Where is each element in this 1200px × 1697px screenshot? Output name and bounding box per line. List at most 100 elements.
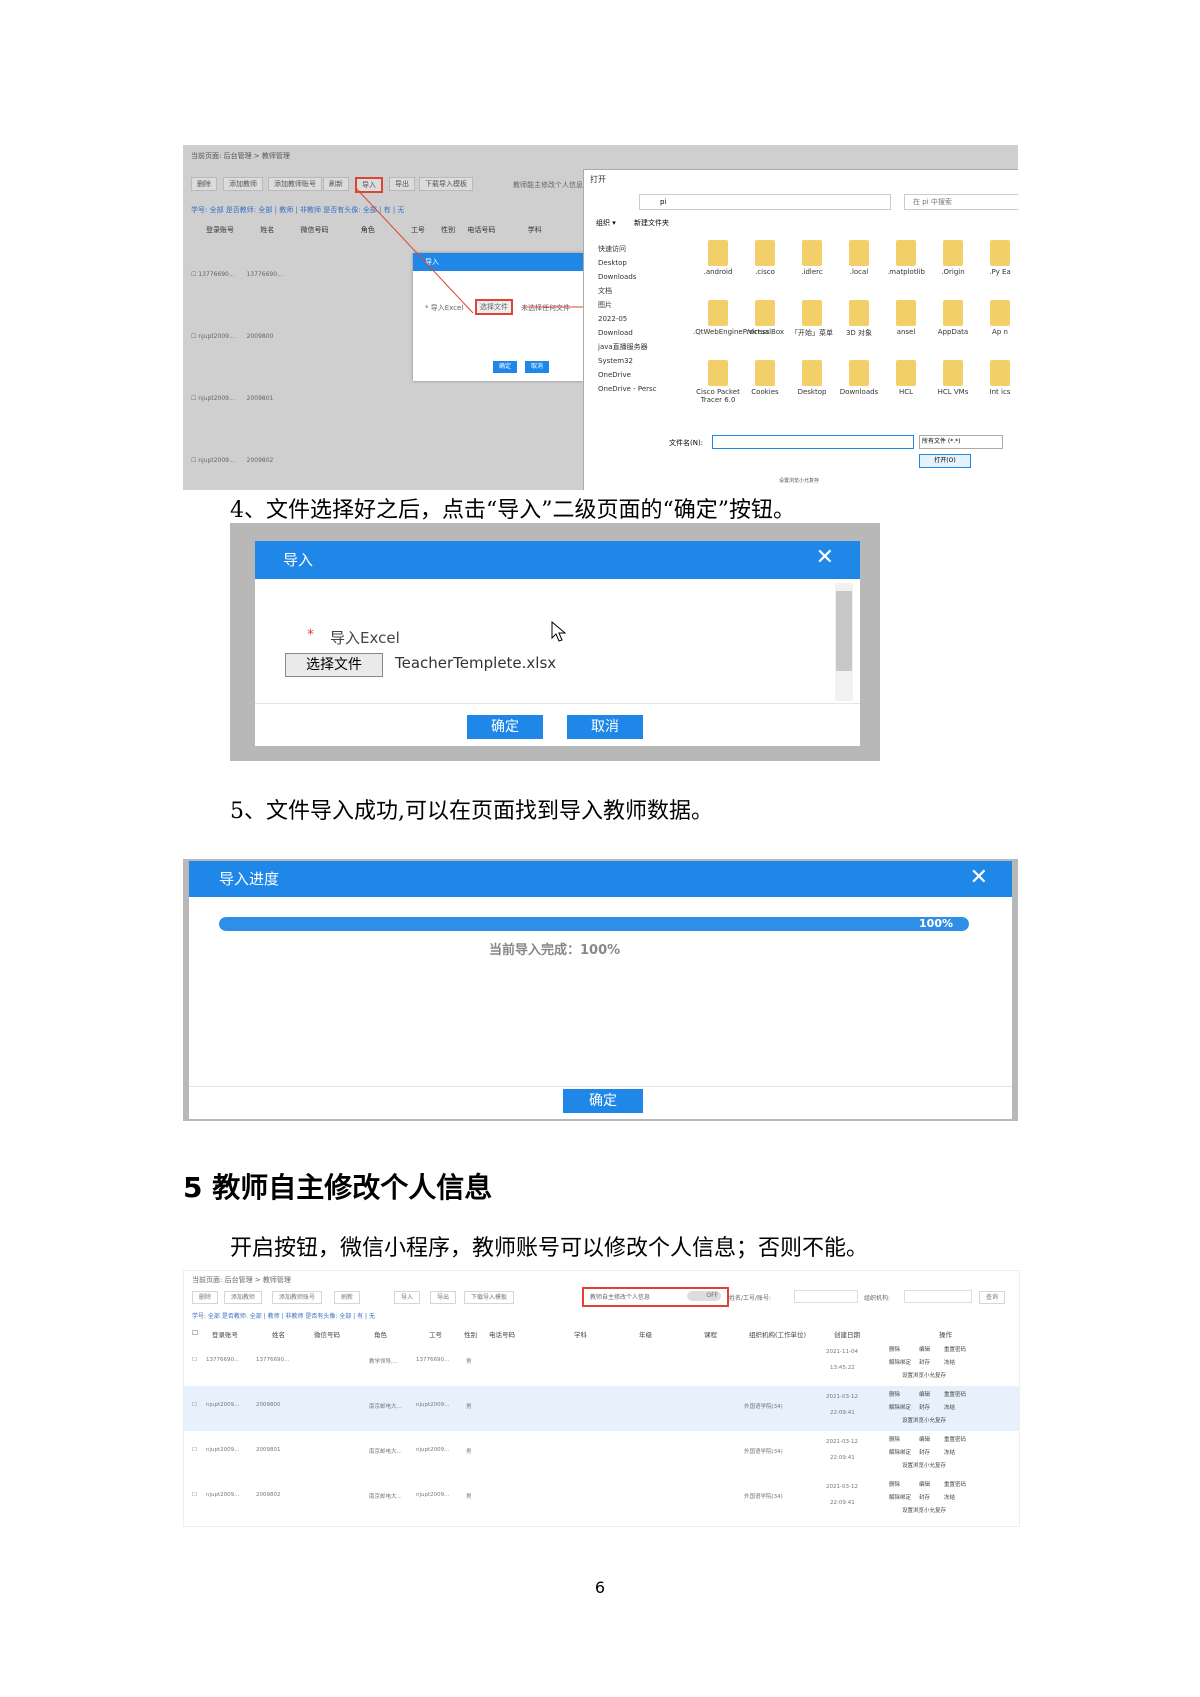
add-teacher-button[interactable]: 添加教师 bbox=[224, 1291, 263, 1304]
row-action[interactable]: 设置浏览小允复存 bbox=[902, 1506, 946, 1514]
row-checkbox[interactable]: ☐ bbox=[192, 1447, 197, 1453]
column-header: 工号 bbox=[429, 1331, 442, 1339]
row-action[interactable]: 重置密码 bbox=[944, 1480, 966, 1488]
row-action[interactable]: 冻结 bbox=[944, 1403, 955, 1411]
folder-icon[interactable] bbox=[708, 300, 728, 326]
folder-icon[interactable] bbox=[943, 240, 963, 266]
row-action[interactable]: 重置密码 bbox=[944, 1390, 966, 1398]
open-button[interactable]: 打开(O) bbox=[919, 454, 971, 468]
sidebar-item[interactable]: Desktop bbox=[598, 256, 657, 270]
row-action[interactable]: 删除 bbox=[889, 1480, 900, 1488]
file-label: HCL VMs bbox=[937, 388, 969, 396]
org-select[interactable] bbox=[904, 1290, 972, 1303]
breadcrumb: 当前页面: 后台管理 > 教师管理 bbox=[192, 1276, 291, 1284]
folder-icon[interactable] bbox=[708, 360, 728, 386]
self-edit-toggle[interactable]: OFF bbox=[687, 1291, 721, 1301]
sidebar-item[interactable]: 快速访问 bbox=[598, 242, 657, 256]
choose-file-button[interactable]: 选择文件 bbox=[285, 653, 383, 677]
row-action[interactable]: 重置密码 bbox=[944, 1345, 966, 1353]
filename-input[interactable] bbox=[712, 435, 914, 449]
ok-button[interactable]: 确定 bbox=[563, 1089, 643, 1113]
row-action[interactable]: 冻结 bbox=[944, 1493, 955, 1501]
row-action[interactable]: 删除 bbox=[889, 1390, 900, 1398]
delete-button[interactable]: 删除 bbox=[192, 1291, 219, 1304]
row-checkbox[interactable]: ☐ bbox=[192, 1402, 197, 1408]
row-action[interactable]: 解除绑定 bbox=[889, 1448, 911, 1456]
row-action[interactable]: 冻结 bbox=[944, 1448, 955, 1456]
row-action[interactable]: 封存 bbox=[919, 1403, 930, 1411]
cell-sex: 男 bbox=[466, 1449, 472, 1455]
folder-icon[interactable] bbox=[708, 240, 728, 266]
sidebar-item[interactable]: 2022-05 bbox=[598, 312, 657, 326]
close-icon[interactable]: ✕ bbox=[816, 545, 834, 570]
folder-icon[interactable] bbox=[990, 360, 1010, 386]
sidebar-item[interactable]: System32 bbox=[598, 354, 657, 368]
file-label: Downloads bbox=[839, 388, 879, 396]
filetype-select[interactable]: 所有文件 (*.*) bbox=[919, 435, 1003, 449]
row-action[interactable]: 编辑 bbox=[919, 1390, 930, 1398]
table-row[interactable]: ☐ njupt2009... 2009802 南京邮电大... njupt2009...… bbox=[184, 1476, 1019, 1521]
add-teacher-account-button[interactable]: 添加教师账号 bbox=[272, 1291, 323, 1304]
folder-icon[interactable] bbox=[943, 360, 963, 386]
folder-icon[interactable] bbox=[802, 240, 822, 266]
row-action[interactable]: 解除绑定 bbox=[889, 1403, 911, 1411]
row-action[interactable]: 设置浏览小允复存 bbox=[902, 1461, 946, 1469]
row-action[interactable]: 冻结 bbox=[944, 1358, 955, 1366]
table-row[interactable]: ☐ njupt2009... 2009801 南京邮电大... njupt2009...… bbox=[184, 1431, 1019, 1476]
row-action[interactable]: 设置浏览小允复存 bbox=[902, 1371, 946, 1379]
folder-icon[interactable] bbox=[755, 240, 775, 266]
path-bar[interactable]: pi bbox=[639, 194, 891, 210]
search-input[interactable] bbox=[794, 1290, 858, 1303]
progress-dialog: 导入进度 ✕ 100% 当前导入完成：100% 确定 bbox=[189, 861, 1012, 1119]
row-action[interactable]: 重置密码 bbox=[944, 1435, 966, 1443]
table-row[interactable]: ☐ 13776690... 13776690... 教学领导,... 13776690.… bbox=[184, 1341, 1019, 1386]
row-action[interactable]: 封存 bbox=[919, 1493, 930, 1501]
row-action[interactable]: 删除 bbox=[889, 1345, 900, 1353]
folder-icon[interactable] bbox=[943, 300, 963, 326]
table-row[interactable]: ☐ njupt2009... 2009800 南京邮电大... njupt2009...… bbox=[184, 1386, 1019, 1431]
folder-icon[interactable] bbox=[896, 360, 916, 386]
cancel-button[interactable]: 取消 bbox=[567, 715, 643, 739]
select-all-checkbox[interactable]: ☐ bbox=[192, 1329, 198, 1337]
row-action[interactable]: 解除绑定 bbox=[889, 1493, 911, 1501]
row-action[interactable]: 解除绑定 bbox=[889, 1358, 911, 1366]
folder-icon[interactable] bbox=[990, 240, 1010, 266]
sidebar-item[interactable]: java直播服务器 bbox=[598, 340, 657, 354]
folder-icon[interactable] bbox=[849, 240, 869, 266]
row-checkbox[interactable]: ☐ bbox=[192, 1357, 197, 1363]
import-button[interactable]: 导入 bbox=[394, 1291, 421, 1304]
scrollbar[interactable] bbox=[835, 583, 853, 701]
organize-menu[interactable]: 组织 ▾ bbox=[596, 218, 616, 228]
new-folder-button[interactable]: 新建文件夹 bbox=[634, 218, 669, 228]
row-action[interactable]: 封存 bbox=[919, 1358, 930, 1366]
folder-icon[interactable] bbox=[896, 240, 916, 266]
folder-icon[interactable] bbox=[755, 360, 775, 386]
folder-icon[interactable] bbox=[849, 300, 869, 326]
row-action[interactable]: 删除 bbox=[889, 1435, 900, 1443]
folder-icon[interactable] bbox=[896, 300, 916, 326]
folder-icon[interactable] bbox=[802, 360, 822, 386]
search-input[interactable]: 在 pi 中搜索 bbox=[904, 194, 1018, 210]
sidebar-item[interactable]: OneDrive bbox=[598, 368, 657, 382]
sidebar-item[interactable]: Download bbox=[598, 326, 657, 340]
folder-icon[interactable] bbox=[849, 360, 869, 386]
row-action[interactable]: 设置浏览小允复存 bbox=[902, 1416, 946, 1424]
row-action[interactable]: 编辑 bbox=[919, 1345, 930, 1353]
sidebar-item[interactable]: 文档 bbox=[598, 284, 657, 298]
sidebar-item[interactable]: 图片 bbox=[598, 298, 657, 312]
row-action[interactable]: 封存 bbox=[919, 1448, 930, 1456]
refresh-button[interactable]: 刷新 bbox=[334, 1291, 361, 1304]
query-button[interactable]: 查询 bbox=[979, 1291, 1006, 1304]
sidebar-item[interactable]: OneDrive - Persc bbox=[598, 382, 657, 396]
sidebar-item[interactable]: Downloads bbox=[598, 270, 657, 284]
close-icon[interactable]: ✕ bbox=[970, 865, 988, 890]
folder-icon[interactable] bbox=[802, 300, 822, 326]
row-action[interactable]: 编辑 bbox=[919, 1480, 930, 1488]
row-action[interactable]: 编辑 bbox=[919, 1435, 930, 1443]
folder-icon[interactable] bbox=[755, 300, 775, 326]
ok-button[interactable]: 确定 bbox=[467, 715, 543, 739]
folder-icon[interactable] bbox=[990, 300, 1010, 326]
export-button[interactable]: 导出 bbox=[430, 1291, 457, 1304]
row-checkbox[interactable]: ☐ bbox=[192, 1492, 197, 1498]
download-template-button[interactable]: 下载导入模板 bbox=[464, 1291, 515, 1304]
